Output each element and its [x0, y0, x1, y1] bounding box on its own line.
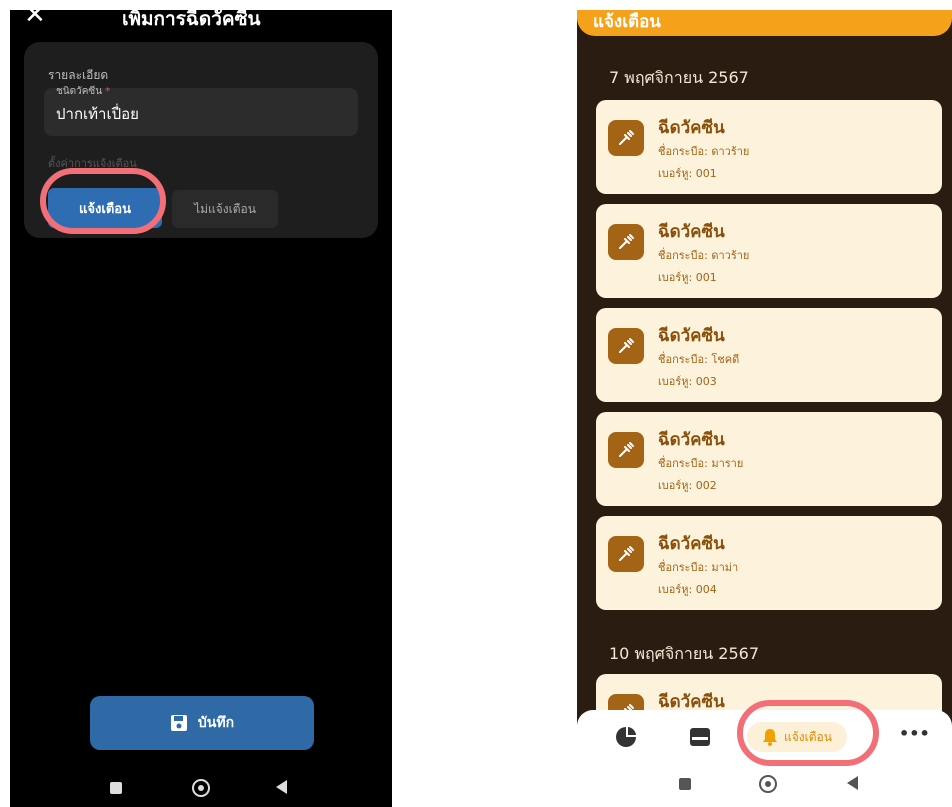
vaccine-type-value: ปากเท้าเปื่อย: [56, 105, 139, 123]
pie-chart-icon[interactable]: [615, 726, 637, 748]
list-item[interactable]: ฉีดวัคซีน ชื่อกระบือ: ดาวร้าย เบอร์หู: 0…: [596, 100, 942, 194]
more-icon[interactable]: •••: [899, 724, 930, 743]
list-item[interactable]: ฉีดวัคซีน ชื่อกระบือ: มาม่า เบอร์หู: 004: [596, 516, 942, 610]
required-mark: *: [105, 86, 111, 97]
highlight-ring: [40, 168, 166, 234]
right-phone-screen: แจ้งเตือน 7 พฤศจิกายน 2567 ฉีดวัคซีน ชื่…: [577, 10, 952, 807]
home-button[interactable]: [759, 775, 777, 793]
item-number: เบอร์หู: 003: [658, 375, 717, 388]
item-name: ชื่อกระบือ: มาราย: [658, 457, 744, 470]
system-nav-bar: [10, 768, 392, 807]
list-item[interactable]: ฉีดวัคซีน ชื่อกระบือ: โชคดี เบอร์หู: 003: [596, 308, 942, 402]
item-name: ชื่อกระบือ: โชคดี: [658, 353, 740, 366]
item-name: ชื่อกระบือ: ดาวร้าย: [658, 249, 750, 262]
syringe-icon: [608, 224, 644, 260]
recent-apps-button[interactable]: [679, 778, 691, 790]
item-title: ฉีดวัคซีน: [658, 326, 725, 346]
highlight-ring: [737, 700, 879, 766]
back-button[interactable]: [847, 776, 858, 790]
card-icon[interactable]: [689, 727, 711, 747]
close-icon[interactable]: ✕: [24, 10, 46, 28]
vaccine-type-label: ชนิดวัคซีน *: [56, 86, 111, 97]
syringe-icon: [608, 120, 644, 156]
item-name: ชื่อกระบือ: มาม่า: [658, 561, 739, 574]
item-number: เบอร์หู: 001: [658, 271, 717, 284]
back-button[interactable]: [276, 780, 287, 794]
top-bar: ✕ เพิ่มการฉีดวัคซีน: [10, 10, 392, 36]
save-icon: [170, 715, 187, 731]
vaccine-type-field[interactable]: ชนิดวัคซีน * ปากเท้าเปื่อย: [44, 86, 358, 136]
date-heading: 7 พฤศจิกายน 2567: [609, 68, 749, 87]
syringe-icon: [608, 536, 644, 572]
list-item[interactable]: ฉีดวัคซีน ชื่อกระบือ: ดาวร้าย เบอร์หู: 0…: [596, 204, 942, 298]
item-number: เบอร์หู: 002: [658, 479, 717, 492]
left-phone-screen: ✕ เพิ่มการฉีดวัคซีน รายละเอียด ชนิดวัคซี…: [10, 10, 392, 807]
section-label: รายละเอียด: [48, 68, 109, 82]
recent-apps-button[interactable]: [110, 782, 122, 794]
page-title: เพิ่มการฉีดวัคซีน: [122, 10, 261, 30]
item-title: ฉีดวัคซีน: [658, 534, 725, 554]
date-heading: 10 พฤศจิกายน 2567: [609, 644, 759, 663]
syringe-icon: [608, 328, 644, 364]
list-item[interactable]: ฉีดวัคซีน ชื่อกระบือ: มาราย เบอร์หู: 002: [596, 412, 942, 506]
save-button-label: บันทึก: [197, 715, 235, 731]
item-title: ฉีดวัคซีน: [658, 430, 725, 450]
home-button[interactable]: [192, 779, 210, 797]
item-number: เบอร์หู: 001: [658, 167, 717, 180]
item-name: ชื่อกระบือ: ดาวร้าย: [658, 145, 750, 158]
syringe-icon: [608, 432, 644, 468]
header-title: แจ้งเตือน: [593, 12, 661, 32]
no-notify-button[interactable]: ไม่แจ้งเตือน: [172, 190, 278, 228]
item-number: เบอร์หู: 004: [658, 583, 717, 596]
header-bar: แจ้งเตือน: [577, 10, 952, 36]
save-button[interactable]: บันทึก: [90, 696, 314, 750]
item-title: ฉีดวัคซีน: [658, 118, 725, 138]
item-title: ฉีดวัคซีน: [658, 222, 725, 242]
